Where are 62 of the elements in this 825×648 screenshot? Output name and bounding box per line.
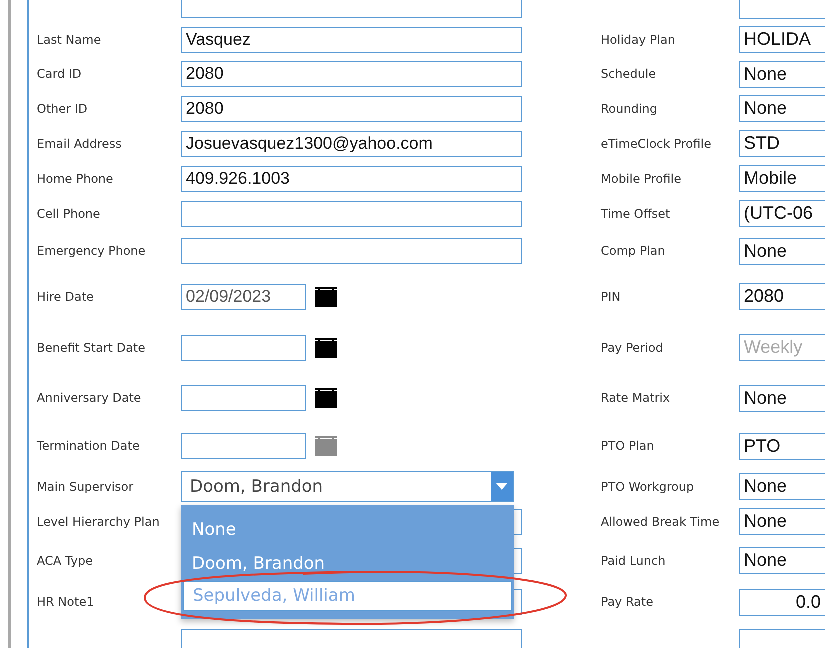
calendar-icon[interactable] [315, 388, 337, 408]
field-label: Email Address [37, 136, 122, 150]
select-field[interactable]: STD [739, 130, 825, 157]
field-label: Pay Period [601, 340, 664, 354]
field-label: Mobile Profile [601, 172, 682, 186]
field-label: Allowed Break Time [601, 514, 720, 528]
field-label: ACA Type [37, 554, 93, 568]
text-field[interactable] [181, 238, 522, 264]
text-field[interactable]: 409.926.1003 [181, 166, 522, 192]
select-field[interactable] [739, 628, 825, 648]
text-field[interactable] [181, 629, 522, 648]
select-field[interactable]: None [739, 95, 825, 122]
field-label: Card ID [37, 67, 82, 81]
date-field[interactable] [181, 433, 306, 459]
field-label: PTO Plan [601, 439, 654, 453]
text-field[interactable]: 2080 [181, 96, 522, 122]
text-field[interactable]: Vasquez [181, 26, 522, 52]
field-label: Schedule [601, 67, 656, 81]
field-label: eTimeClock Profile [601, 136, 712, 150]
field-label: Rate Matrix [601, 391, 670, 405]
field-label: Pay Rate [601, 595, 654, 609]
date-field[interactable] [181, 385, 306, 411]
field-label: Termination Date [37, 439, 140, 453]
select-field[interactable]: (UTC-06 [739, 200, 825, 227]
supervisor-dropdown[interactable]: Doom, Brandon [181, 471, 514, 502]
select-field[interactable]: None [739, 60, 825, 88]
field-label: Level Hierarchy Plan [37, 514, 160, 528]
select-field[interactable]: None [739, 473, 825, 500]
field-label: Holiday Plan [601, 32, 676, 46]
date-field[interactable] [181, 334, 306, 360]
select-field[interactable]: 2080 [739, 283, 825, 310]
caret-down-icon [496, 483, 508, 490]
field-label: HR Note1 [37, 595, 94, 609]
field-label: Hire Date [37, 290, 94, 304]
field-label: Comp Plan [601, 244, 666, 258]
select-field[interactable]: 0.0 [739, 588, 825, 616]
field-label: Benefit Start Date [37, 340, 146, 354]
field-label: Cell Phone [37, 206, 100, 220]
select-field[interactable]: Mobile [739, 165, 825, 192]
date-field[interactable]: 02/09/2023 [181, 284, 306, 310]
field-label: Time Offset [601, 206, 670, 220]
select-field[interactable]: None [739, 238, 825, 264]
select-field[interactable]: HOLIDA [739, 26, 825, 53]
text-field[interactable]: 2080 [181, 61, 522, 87]
field-label: PTO Workgroup [601, 480, 694, 494]
select-field[interactable]: None [739, 547, 825, 574]
select-field[interactable]: None [739, 508, 825, 535]
field-label: PIN [601, 290, 621, 304]
calendar-icon[interactable] [315, 286, 337, 306]
select-field[interactable]: PTO [739, 432, 825, 460]
select-field[interactable]: None [739, 384, 825, 412]
field-label: Home Phone [37, 172, 114, 186]
text-field[interactable] [181, 200, 522, 226]
field-label: Main Supervisor [37, 480, 134, 494]
field-label: Last Name [37, 32, 102, 46]
calendar-icon[interactable] [315, 338, 337, 358]
field-label: Emergency Phone [37, 244, 146, 258]
text-field[interactable]: Josuevasquez1300@yahoo.com [181, 130, 522, 156]
field-label: Other ID [37, 102, 88, 116]
field-label: Paid Lunch [601, 554, 666, 568]
field-label: Anniversary Date [37, 391, 142, 405]
field-label: Rounding [601, 102, 658, 116]
